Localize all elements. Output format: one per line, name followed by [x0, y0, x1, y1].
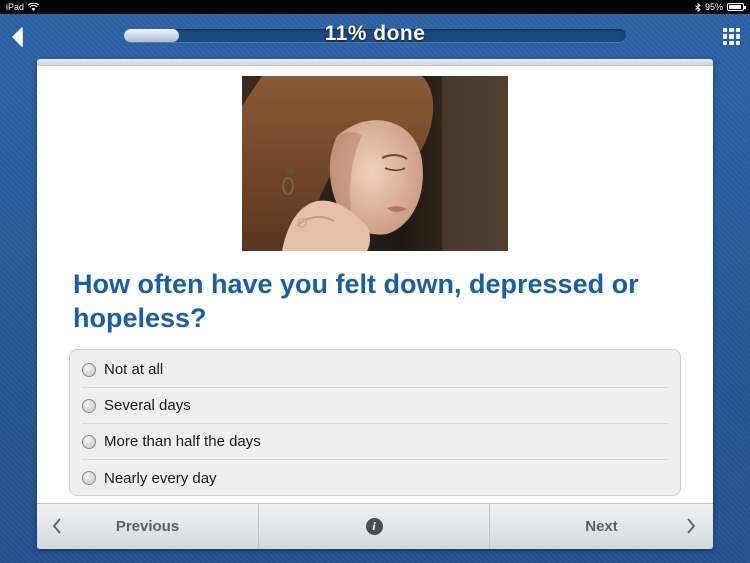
previous-button[interactable]: Previous — [37, 504, 259, 549]
status-bar: iPad 95% — [0, 0, 750, 14]
wifi-icon — [28, 3, 40, 11]
radio-button-icon[interactable] — [82, 471, 96, 485]
radio-button-icon[interactable] — [82, 434, 96, 449]
next-button[interactable]: Next — [490, 504, 713, 549]
option-label: Several days — [104, 397, 191, 414]
woman-looking-down-photo — [242, 76, 508, 251]
question-card: How often have you felt down, depressed … — [37, 59, 713, 549]
progress-label: 11% done — [324, 22, 426, 45]
chevron-left-icon — [52, 518, 61, 534]
next-label: Next — [585, 518, 618, 535]
question-photo — [242, 76, 508, 251]
back-arrow-icon — [12, 27, 23, 47]
option-label: Nearly every day — [104, 469, 217, 487]
info-button[interactable]: i — [259, 504, 490, 549]
card-header-strip — [37, 59, 713, 66]
bluetooth-icon — [695, 2, 701, 12]
question-text: How often have you felt down, depressed … — [73, 269, 639, 333]
info-icon: i — [365, 518, 383, 535]
device-label: iPad — [6, 2, 25, 12]
radio-button-icon[interactable] — [82, 398, 96, 413]
option-nearly-every-day[interactable]: Nearly every day — [82, 460, 668, 496]
option-label: Not at all — [104, 361, 164, 378]
back-button[interactable] — [8, 26, 26, 48]
option-label: More than half the days — [104, 433, 261, 450]
bottom-navigation: Previous i Next — [37, 503, 713, 549]
option-not-at-all[interactable]: Not at all — [82, 352, 668, 388]
option-more-than-half[interactable]: More than half the days — [82, 424, 668, 460]
answer-options: Not at all Several days More than half t… — [69, 349, 681, 496]
battery-percent: 95% — [704, 2, 723, 12]
option-several-days[interactable]: Several days — [82, 388, 668, 424]
chevron-right-icon — [687, 518, 696, 534]
radio-button-icon[interactable] — [82, 362, 96, 377]
previous-label: Previous — [115, 518, 180, 535]
battery-icon — [727, 3, 746, 11]
grid-menu-icon[interactable] — [723, 28, 740, 45]
